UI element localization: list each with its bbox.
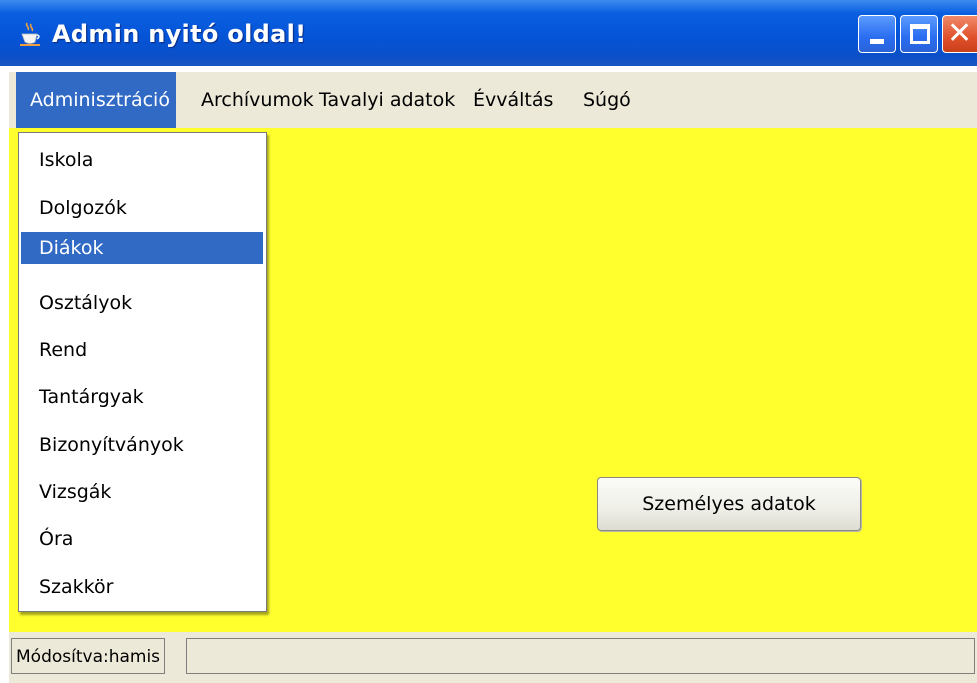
status-bar: Módosítva:hamis [9, 632, 977, 683]
menu-administration[interactable]: Adminisztráció [16, 72, 176, 128]
minimize-icon [870, 39, 884, 44]
menu-year-change[interactable]: Évváltás [459, 72, 563, 128]
menu-last-year-data[interactable]: Tavalyi adatok [305, 72, 455, 128]
app-window: Admin nyitó oldal! ✕ Adminisztráció Arch… [0, 0, 977, 683]
menu-item-subjects[interactable]: Tantárgyak [21, 381, 263, 413]
minimize-button[interactable] [858, 15, 896, 53]
close-icon: ✕ [947, 16, 973, 51]
menu-item-order[interactable]: Rend [21, 334, 263, 366]
close-button[interactable]: ✕ [942, 15, 977, 53]
modified-status: Módosítva:hamis [11, 638, 166, 674]
maximize-icon [910, 24, 930, 44]
menu-help[interactable]: Súgó [569, 72, 639, 128]
menu-item-students[interactable]: Diákok [21, 232, 263, 264]
menu-bar: Adminisztráció Archívumok Tavalyi adatok… [9, 72, 977, 128]
maximize-button[interactable] [900, 15, 938, 53]
window-title: Admin nyitó oldal! [52, 20, 307, 48]
menu-item-certificates[interactable]: Bizonyítványok [21, 429, 263, 461]
menu-item-exams[interactable]: Vizsgák [21, 476, 263, 508]
menu-item-lessons[interactable]: Óra [21, 523, 263, 555]
status-panel [186, 638, 975, 674]
menu-item-school[interactable]: Iskola [21, 144, 263, 176]
menu-item-classes[interactable]: Osztályok [21, 287, 263, 319]
menu-item-clubs[interactable]: Szakkör [21, 571, 263, 603]
menu-archives[interactable]: Archívumok [187, 72, 314, 128]
title-bar[interactable]: Admin nyitó oldal! ✕ [0, 0, 977, 66]
menu-item-employees[interactable]: Dolgozók [21, 192, 263, 224]
java-cup-icon [20, 22, 40, 46]
administration-dropdown-menu: Iskola Dolgozók Diákok Osztályok Rend Ta… [18, 132, 267, 612]
personal-data-button[interactable]: Személyes adatok [597, 477, 861, 531]
